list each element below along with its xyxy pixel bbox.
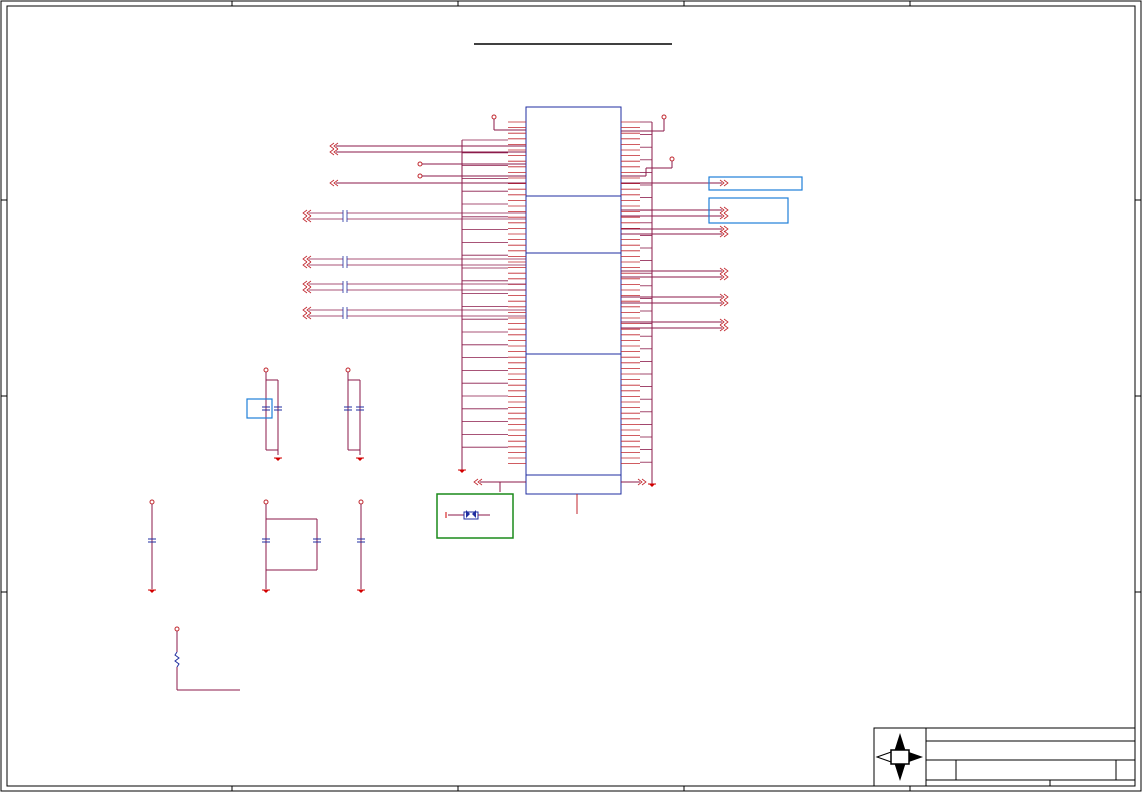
decoupling-caps-1 <box>246 367 283 462</box>
schematic-sheet <box>0 0 1142 792</box>
sheet-frame <box>0 0 1142 792</box>
left-differential-pairs <box>302 209 526 320</box>
pull-resistor <box>174 626 240 691</box>
compass-arrows-logo <box>875 733 923 781</box>
resistor-icon <box>174 651 180 668</box>
ic-right-pins <box>621 121 652 465</box>
highlight-box-cap[interactable] <box>246 398 273 419</box>
capacitor-icon <box>344 406 364 411</box>
decoupling-caps-2 <box>344 367 365 462</box>
right-offsheet-nets <box>621 179 729 332</box>
right-ground-bus <box>647 122 657 488</box>
main-ic[interactable] <box>525 106 622 495</box>
ic-left-pins <box>462 121 526 465</box>
bulk-cap-3 <box>356 499 366 594</box>
crystal-icon <box>466 510 470 518</box>
bulk-cap-2 <box>261 499 321 594</box>
crystal-circuit[interactable] <box>436 493 514 539</box>
title-block <box>873 727 1136 787</box>
bottom-left-offsheet <box>473 478 647 492</box>
bulk-cap-1 <box>147 499 157 594</box>
